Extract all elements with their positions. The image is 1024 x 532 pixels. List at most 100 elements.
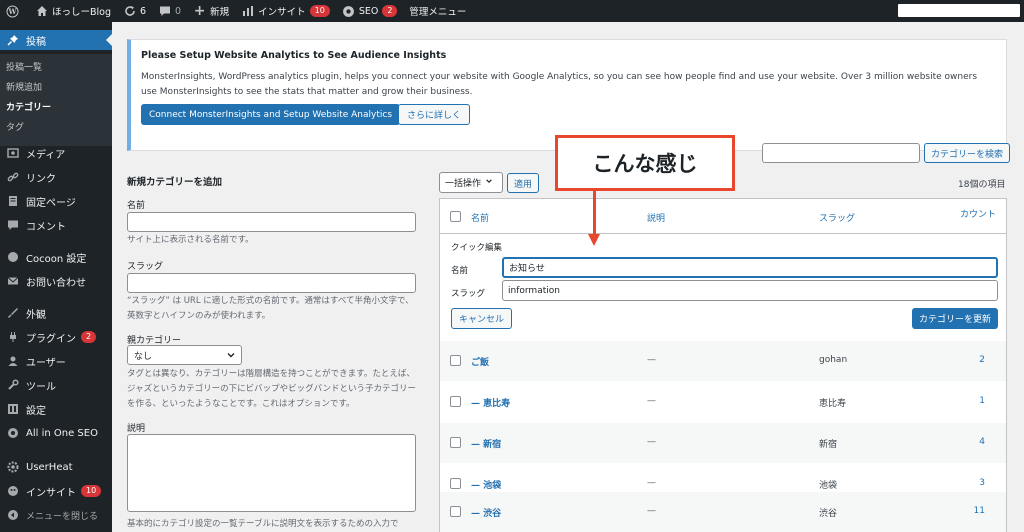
- sidebar-item-comments[interactable]: コメント: [0, 215, 112, 235]
- column-slug[interactable]: スラッグ: [819, 211, 855, 224]
- sidebar-item-settings[interactable]: 設定: [0, 399, 112, 419]
- submenu-add-new[interactable]: 新規追加: [6, 80, 42, 93]
- connect-monsterinsights-button[interactable]: Connect MonsterInsights and Setup Websit…: [141, 104, 401, 125]
- site-name-link[interactable]: ほっしーBlog: [29, 0, 117, 22]
- quick-edit-cancel-button[interactable]: キャンセル: [451, 308, 513, 329]
- quick-edit-slug-input[interactable]: information: [502, 280, 998, 301]
- insights-link[interactable]: インサイト 10: [235, 0, 336, 22]
- sidebar-item-label: メディア: [26, 149, 66, 161]
- quick-edit-row: クイック編集 名前 お知らせ スラッグ information キャンセル カテ…: [440, 235, 1006, 341]
- column-description[interactable]: 説明: [647, 211, 665, 224]
- category-name-link[interactable]: — 新宿: [471, 437, 501, 450]
- slug-help: “スラッグ” は URL に適した形式の名前です。通常はすべて半角小文字で、英数…: [127, 296, 414, 321]
- row-checkbox[interactable]: [450, 396, 461, 407]
- row-checkbox[interactable]: [450, 437, 461, 448]
- sidebar-item-label: Cocoon 設定: [26, 253, 87, 265]
- row-checkbox[interactable]: [450, 506, 461, 517]
- submenu-all-posts[interactable]: 投稿一覧: [6, 60, 42, 73]
- add-category-heading: 新規カテゴリーを追加: [127, 177, 223, 188]
- comment-icon: [158, 5, 171, 18]
- sidebar-item-contact[interactable]: お問い合わせ: [0, 271, 112, 291]
- mail-icon: [6, 274, 20, 288]
- wrench-icon: [6, 378, 20, 392]
- row-checkbox[interactable]: [450, 478, 461, 489]
- category-name-link[interactable]: ご飯: [471, 355, 489, 368]
- bulk-apply-button[interactable]: 適用: [507, 173, 540, 193]
- category-name-link[interactable]: — 恵比寿: [471, 396, 510, 409]
- category-count-link[interactable]: 4: [979, 437, 985, 447]
- sidebar-item-aioseo[interactable]: All in One SEO: [0, 423, 112, 443]
- category-name-input[interactable]: [127, 212, 416, 232]
- sidebar-item-posts[interactable]: 投稿: [0, 30, 112, 50]
- category-name-link[interactable]: — 池袋: [471, 478, 501, 491]
- column-name[interactable]: 名前: [471, 211, 489, 224]
- plugin-icon: [6, 330, 20, 344]
- notice-title: Please Setup Website Analytics to See Au…: [141, 50, 447, 61]
- comments-link[interactable]: 0: [152, 0, 187, 22]
- refresh-icon: [123, 5, 136, 18]
- parent-category-select[interactable]: なし: [127, 345, 242, 365]
- sidebar-item-label: All in One SEO: [26, 427, 98, 439]
- sidebar-item-userheat[interactable]: UserHeat: [0, 457, 112, 477]
- category-description: —: [647, 506, 656, 516]
- sidebar-item-appearance[interactable]: 外観: [0, 303, 112, 323]
- slug-label: スラッグ: [127, 262, 164, 272]
- category-slug: 新宿: [819, 440, 838, 450]
- sidebar-item-users[interactable]: ユーザー: [0, 351, 112, 371]
- category-search-input[interactable]: [762, 143, 920, 163]
- category-description: —: [647, 437, 656, 447]
- search-categories-button[interactable]: カテゴリーを検索: [924, 143, 1011, 163]
- comments-count: 0: [175, 5, 182, 17]
- learn-more-button[interactable]: さらに詳しく: [398, 104, 471, 125]
- category-count-link[interactable]: 2: [979, 355, 985, 365]
- new-content-link[interactable]: + 新規: [187, 0, 235, 22]
- sidebar-item-tools[interactable]: ツール: [0, 375, 112, 395]
- category-count-link[interactable]: 11: [974, 506, 985, 516]
- update-category-button[interactable]: カテゴリーを更新: [911, 308, 998, 329]
- submenu-tags[interactable]: タグ: [6, 120, 24, 133]
- sidebar-item-pages[interactable]: 固定ページ: [0, 191, 112, 211]
- items-count: 18個の項目: [958, 180, 1006, 190]
- category-description: —: [647, 478, 656, 488]
- sidebar-item-insights[interactable]: インサイト 10: [0, 481, 112, 501]
- category-slug-input[interactable]: [127, 273, 416, 293]
- description-help: 基本的にカテゴリ設定の一覧テーブルに説明文を表示するための入力で: [127, 519, 399, 529]
- wordpress-logo-icon: W: [6, 4, 19, 18]
- parent-selected-value: なし: [134, 351, 153, 362]
- row-checkbox[interactable]: [450, 355, 461, 366]
- main-content: Please Setup Website Analytics to See Au…: [112, 22, 1024, 532]
- category-count-link[interactable]: 1: [979, 396, 985, 406]
- page-icon: [6, 194, 20, 208]
- insights-icon: [6, 484, 20, 498]
- select-all-checkbox[interactable]: [450, 211, 461, 222]
- user-icon: [6, 354, 20, 368]
- sidebar-item-media[interactable]: メディア: [0, 143, 112, 163]
- sidebar-item-label: ツール: [26, 381, 56, 393]
- sidebar-item-plugins[interactable]: プラグイン 2: [0, 327, 112, 347]
- admin-menu-label: 管理メニュー: [409, 7, 467, 18]
- parent-help: タグとは異なり、カテゴリーは階層構造を持つことができます。たとえば、ジャズという…: [127, 369, 417, 409]
- category-slug: gohan: [819, 355, 848, 365]
- category-description: —: [647, 355, 656, 365]
- table-row: ご飯 — gohan 2: [440, 341, 1006, 381]
- category-description-textarea[interactable]: [127, 434, 416, 512]
- annotation-callout: こんな感じ: [555, 135, 735, 191]
- seo-link[interactable]: SEO 2: [336, 0, 404, 22]
- sidebar-item-cocoon[interactable]: Cocoon 設定: [0, 247, 112, 267]
- insights-label: インサイト: [258, 7, 306, 18]
- wp-logo-button[interactable]: W: [0, 0, 29, 22]
- updates-link[interactable]: 6: [117, 0, 152, 22]
- bulk-action-select[interactable]: 一括操作: [439, 172, 503, 193]
- collapse-menu-button[interactable]: メニューを閉じる: [0, 505, 112, 525]
- column-count[interactable]: カウント: [960, 207, 996, 220]
- category-name-link[interactable]: — 渋谷: [471, 506, 501, 519]
- admin-menu-link[interactable]: 管理メニュー: [403, 0, 472, 22]
- quick-edit-title: クイック編集: [451, 243, 503, 253]
- category-count-link[interactable]: 3: [979, 478, 985, 488]
- submenu-categories[interactable]: カテゴリー: [6, 100, 51, 113]
- sidebar-item-links[interactable]: リンク: [0, 167, 112, 187]
- sidebar-item-label: 投稿: [26, 36, 46, 48]
- adminbar-search-input[interactable]: [898, 4, 1020, 17]
- seo-badge: 2: [382, 5, 398, 17]
- quick-edit-name-input[interactable]: お知らせ: [502, 257, 998, 278]
